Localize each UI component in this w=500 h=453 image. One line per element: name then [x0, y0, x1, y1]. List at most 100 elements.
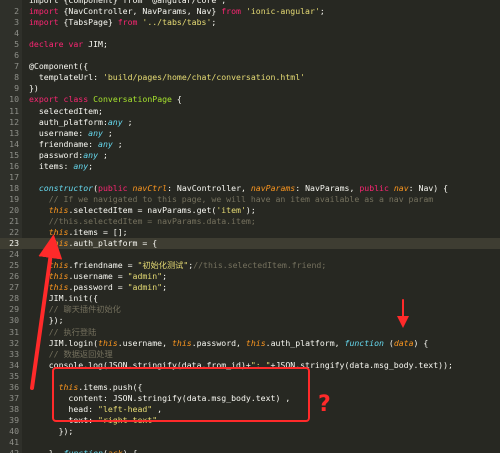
line-number: 7	[14, 61, 19, 72]
code-text: password:any ;	[29, 150, 108, 161]
code-token: function	[64, 448, 103, 453]
code-line[interactable]: 41	[0, 437, 500, 448]
code-line[interactable]: 17	[0, 172, 500, 183]
code-line[interactable]: 14 friendname: any ;	[0, 139, 500, 150]
code-line[interactable]: 19 // If we navigated to this page, we w…	[0, 194, 500, 205]
line-number: 28	[9, 293, 19, 304]
code-text: items: any;	[29, 161, 93, 172]
code-line[interactable]: 7 @Component({	[0, 61, 500, 72]
code-token: this	[171, 337, 192, 348]
line-number: 40	[9, 425, 19, 436]
code-text: templateUrl: 'build/pages/home/chat/conv…	[29, 72, 305, 83]
code-token: ;	[122, 116, 133, 127]
line-number: 4	[14, 28, 19, 39]
code-line[interactable]: 15 password:any ;	[0, 150, 500, 161]
code-token: .selectedItem = navParams.get(	[68, 204, 217, 215]
code-token: .items = [];	[68, 227, 128, 238]
code-token: ;	[162, 271, 168, 282]
code-text: // 执行登陆	[29, 327, 97, 338]
code-token: any	[73, 160, 89, 171]
code-token: JIM;	[83, 39, 108, 50]
code-line[interactable]: 16 items: any;	[0, 161, 500, 172]
code-text: this.password = "admin";	[29, 282, 167, 293]
code-line[interactable]: 5 declare var JIM;	[0, 39, 500, 50]
code-line[interactable]: 40 });	[0, 426, 500, 437]
code-text: JIM.init({	[29, 293, 98, 304]
code-token: .username =	[68, 271, 128, 282]
line-number: 18	[9, 182, 19, 193]
code-line[interactable]: 33 // 数据返回处理	[0, 349, 500, 360]
code-token: .auth_platform,	[265, 337, 345, 348]
code-line[interactable]: 3 import {TabsPage} from '../tabs/tabs';	[0, 17, 500, 28]
code-token: class	[63, 94, 89, 105]
code-text: this.username = "admin";	[29, 271, 167, 282]
code-token: navCtrl	[132, 182, 168, 193]
code-line[interactable]: 8 templateUrl: 'build/pages/home/chat/co…	[0, 72, 500, 83]
code-token: this	[245, 337, 266, 348]
code-token: "admin"	[127, 282, 163, 293]
line-number: 2	[14, 6, 19, 17]
code-text: };	[29, 249, 59, 260]
highlight-box	[52, 367, 310, 422]
line-number: 37	[9, 392, 19, 403]
code-line[interactable]: 26 this.username = "admin";	[0, 271, 500, 282]
code-token: {	[171, 94, 182, 105]
line-number: 11	[9, 105, 19, 116]
code-line[interactable]: 11 selectedItem;	[0, 106, 500, 117]
code-line[interactable]: 27 this.password = "admin";	[0, 282, 500, 293]
code-token: : NavParams,	[295, 182, 360, 193]
code-line[interactable]: 29 // 聊天插件初始化	[0, 304, 500, 315]
code-editor[interactable]: import {Component} from '@angular/core';…	[0, 0, 500, 453]
code-line[interactable]: 18 constructor(public navCtrl: NavContro…	[0, 183, 500, 194]
code-token: var	[68, 39, 84, 50]
code-token: ) {	[413, 337, 429, 348]
code-token: any	[98, 138, 113, 149]
code-line[interactable]: 6	[0, 50, 500, 61]
code-line[interactable]: 30 });	[0, 315, 500, 326]
code-token: this	[48, 204, 69, 215]
code-token: //this.selectedItem = navParams.data.ite…	[29, 216, 256, 226]
line-number: 24	[9, 249, 19, 260]
code-line[interactable]: 24 };	[0, 249, 500, 260]
code-line[interactable]: 28 JIM.init({	[0, 293, 500, 304]
code-token: ;	[98, 149, 108, 160]
code-line[interactable]: 10 export class ConversationPage {	[0, 94, 500, 105]
question-mark-annotation: ?	[318, 392, 331, 417]
code-line[interactable]: 22 this.items = [];	[0, 227, 500, 238]
code-text: }, function(ack) {	[29, 448, 138, 453]
code-line[interactable]: 23 this.auth_platform = {	[0, 238, 500, 250]
code-token: ;	[211, 17, 217, 28]
line-number: 23	[9, 238, 19, 249]
code-line[interactable]: 4	[0, 28, 500, 39]
line-number: 41	[9, 437, 19, 447]
code-line[interactable]: 13 username: any ;	[0, 128, 500, 139]
code-line[interactable]: 42 }, function(ack) {	[0, 448, 500, 453]
code-text: selectedItem;	[29, 106, 103, 117]
code-token: JIM.login(	[29, 337, 99, 348]
code-text: });	[29, 315, 64, 326]
line-number: 10	[9, 94, 19, 105]
code-line[interactable]: 32 JIM.login(this.username, this.passwor…	[0, 338, 500, 349]
line-number: 36	[9, 381, 19, 392]
code-text: })	[29, 83, 39, 94]
code-line[interactable]: 2 import {NavController, NavParams, Nav} …	[0, 6, 500, 17]
code-line[interactable]: 31 // 执行登陆	[0, 327, 500, 338]
code-line[interactable]: 21 //this.selectedItem = navParams.data.…	[0, 216, 500, 227]
line-number: 6	[14, 50, 19, 61]
code-line[interactable]: 12 auth_platform:any ;	[0, 117, 500, 128]
code-token: .username,	[117, 337, 172, 348]
code-token: from	[221, 6, 241, 17]
line-number: 39	[9, 414, 19, 425]
code-token: ;	[319, 6, 325, 17]
line-number: 35	[9, 370, 19, 381]
code-token: data	[393, 337, 414, 348]
code-line[interactable]: 9})	[0, 83, 500, 94]
code-token: this	[48, 227, 69, 238]
code-line[interactable]: 25 this.friendname = "初始化测试";//this.sele…	[0, 260, 500, 271]
code-line[interactable]: 20 this.selectedItem = navParams.get('it…	[0, 205, 500, 216]
code-token: '../tabs/tabs'	[142, 17, 212, 28]
